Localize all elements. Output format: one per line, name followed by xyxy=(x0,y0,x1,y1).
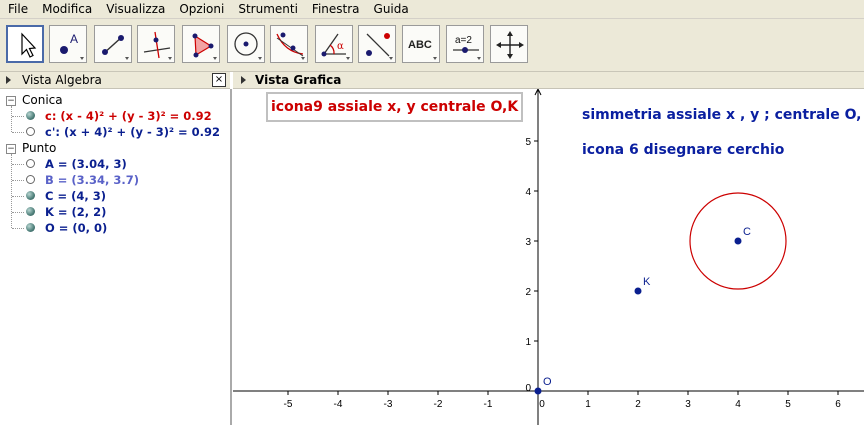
algebra-view-header: Vista Algebra × xyxy=(0,72,230,89)
svg-text:ABC: ABC xyxy=(408,39,432,51)
point-label: K xyxy=(643,276,651,288)
point-o xyxy=(534,387,542,395)
y-tick-label: 0 xyxy=(525,383,531,394)
point-c xyxy=(734,237,742,245)
close-algebra-button[interactable]: × xyxy=(212,73,226,87)
group-conica-label: Conica xyxy=(22,93,63,107)
conic-tool-button[interactable] xyxy=(270,25,308,63)
group-punto-label: Punto xyxy=(22,141,57,155)
note-icona6[interactable]: icona 6 disegnare cerchio xyxy=(582,142,784,158)
text-tool-button[interactable]: ABC xyxy=(402,25,440,63)
conic-c[interactable]: c: (x - 4)² + (y - 3)² = 0.92 xyxy=(45,109,212,123)
algebra-view: − Conica c: (x - 4)² + (y - 3)² = 0.92 c… xyxy=(0,89,232,425)
point-label: O xyxy=(543,376,552,388)
polygon-tool-button[interactable] xyxy=(182,25,220,63)
move-arrows-icon xyxy=(496,31,524,59)
y-tick-label: 4 xyxy=(525,187,531,198)
text-icon: ABC xyxy=(408,39,437,60)
collapse-triangle-icon[interactable] xyxy=(6,76,11,84)
menu-visualizza[interactable]: Visualizza xyxy=(98,0,171,18)
new-point-tool-button[interactable]: A xyxy=(49,25,87,63)
x-tick-label: -4 xyxy=(334,399,343,410)
visibility-toggle-o[interactable] xyxy=(26,223,35,232)
graphics-canvas[interactable]: -5 -4 -3 -2 -1 0 1 2 3 4 5 6 1 2 3 4 5 0 O K C xyxy=(233,89,864,425)
conic-icon xyxy=(276,32,305,60)
x-tick-label: 6 xyxy=(835,399,841,410)
graphics-view[interactable]: -5 -4 -3 -2 -1 0 1 2 3 4 5 6 1 2 3 4 5 0 O K C icona9 assial… xyxy=(233,89,864,425)
svg-text:α: α xyxy=(337,41,344,52)
menu-modifica[interactable]: Modifica xyxy=(34,0,98,18)
arrow-pointer-icon xyxy=(21,32,37,58)
graphics-view-title: Vista Grafica xyxy=(255,73,342,87)
point-k[interactable]: K = (2, 2) xyxy=(45,205,106,219)
menu-file[interactable]: File xyxy=(0,0,34,18)
point-k xyxy=(634,287,642,295)
visibility-toggle-a[interactable] xyxy=(26,159,35,168)
x-tick-label: 0 xyxy=(539,399,545,410)
reflect-icon xyxy=(366,33,393,60)
menu-guida[interactable]: Guida xyxy=(366,0,415,18)
y-tick-label: 2 xyxy=(525,287,531,298)
menu-strumenti[interactable]: Strumenti xyxy=(230,0,304,18)
point-o[interactable]: O = (0, 0) xyxy=(45,221,107,235)
algebra-view-title: Vista Algebra xyxy=(22,73,102,87)
polygon-icon xyxy=(192,33,217,60)
x-tick-label: -2 xyxy=(434,399,443,410)
menu-opzioni[interactable]: Opzioni xyxy=(171,0,230,18)
point-c[interactable]: C = (4, 3) xyxy=(45,189,106,203)
angle-icon: α xyxy=(321,33,350,60)
reflect-tool-button[interactable] xyxy=(358,25,396,63)
menu-finestra[interactable]: Finestra xyxy=(304,0,366,18)
angle-tool-button[interactable]: α xyxy=(315,25,353,63)
point-a[interactable]: A = (3.04, 3) xyxy=(45,157,127,171)
x-tick-label: -5 xyxy=(284,399,293,410)
collapse-triangle-icon[interactable] xyxy=(241,76,246,84)
circle-tool-button[interactable] xyxy=(227,25,265,63)
segment-icon xyxy=(102,35,129,60)
point-icon: A xyxy=(60,32,84,60)
x-tick-label: 3 xyxy=(685,399,691,410)
collapse-punto-toggle[interactable]: − xyxy=(6,144,16,154)
line-tool-button[interactable] xyxy=(94,25,132,63)
move-view-tool-button[interactable] xyxy=(490,25,528,63)
point-label: C xyxy=(743,226,751,238)
slider-tool-button[interactable]: a=2 xyxy=(446,25,484,63)
graphics-view-header: Vista Grafica xyxy=(233,72,864,89)
note-simmetria[interactable]: simmetria assiale x , y ; centrale O, K xyxy=(582,107,864,123)
x-tick-label: 5 xyxy=(785,399,791,410)
visibility-toggle-b[interactable] xyxy=(26,175,35,184)
visibility-toggle-c-point[interactable] xyxy=(26,191,35,200)
menu-bar: File Modifica Visualizza Opzioni Strumen… xyxy=(0,0,864,19)
toolbar: A α ABC a=2 xyxy=(0,19,864,72)
visibility-toggle-k[interactable] xyxy=(26,207,35,216)
point-b[interactable]: B = (3.34, 3.7) xyxy=(45,173,139,187)
y-tick-label: 5 xyxy=(525,137,531,148)
svg-text:A: A xyxy=(70,32,78,46)
circle-icon xyxy=(234,32,262,60)
x-tick-label: -1 xyxy=(484,399,493,410)
y-tick-label: 3 xyxy=(525,237,531,248)
perpendicular-tool-button[interactable] xyxy=(137,25,175,63)
collapse-conica-toggle[interactable]: − xyxy=(6,96,16,106)
move-tool-button[interactable] xyxy=(6,25,44,63)
perpendicular-icon xyxy=(143,31,172,60)
conic-c-prime[interactable]: c': (x + 4)² + (y - 3)² = 0.92 xyxy=(45,125,220,139)
text-box-icona9[interactable]: icona9 assiale x, y centrale O,K xyxy=(266,92,524,122)
slider-icon: a=2 xyxy=(453,35,481,60)
x-tick-label: 4 xyxy=(735,399,741,410)
x-tick-label: -3 xyxy=(384,399,393,410)
y-tick-label: 1 xyxy=(525,337,531,348)
visibility-toggle-c-prime[interactable] xyxy=(26,127,35,136)
x-tick-label: 2 xyxy=(635,399,641,410)
visibility-toggle-c[interactable] xyxy=(26,111,35,120)
svg-text:a=2: a=2 xyxy=(455,35,472,46)
x-tick-label: 1 xyxy=(585,399,591,410)
